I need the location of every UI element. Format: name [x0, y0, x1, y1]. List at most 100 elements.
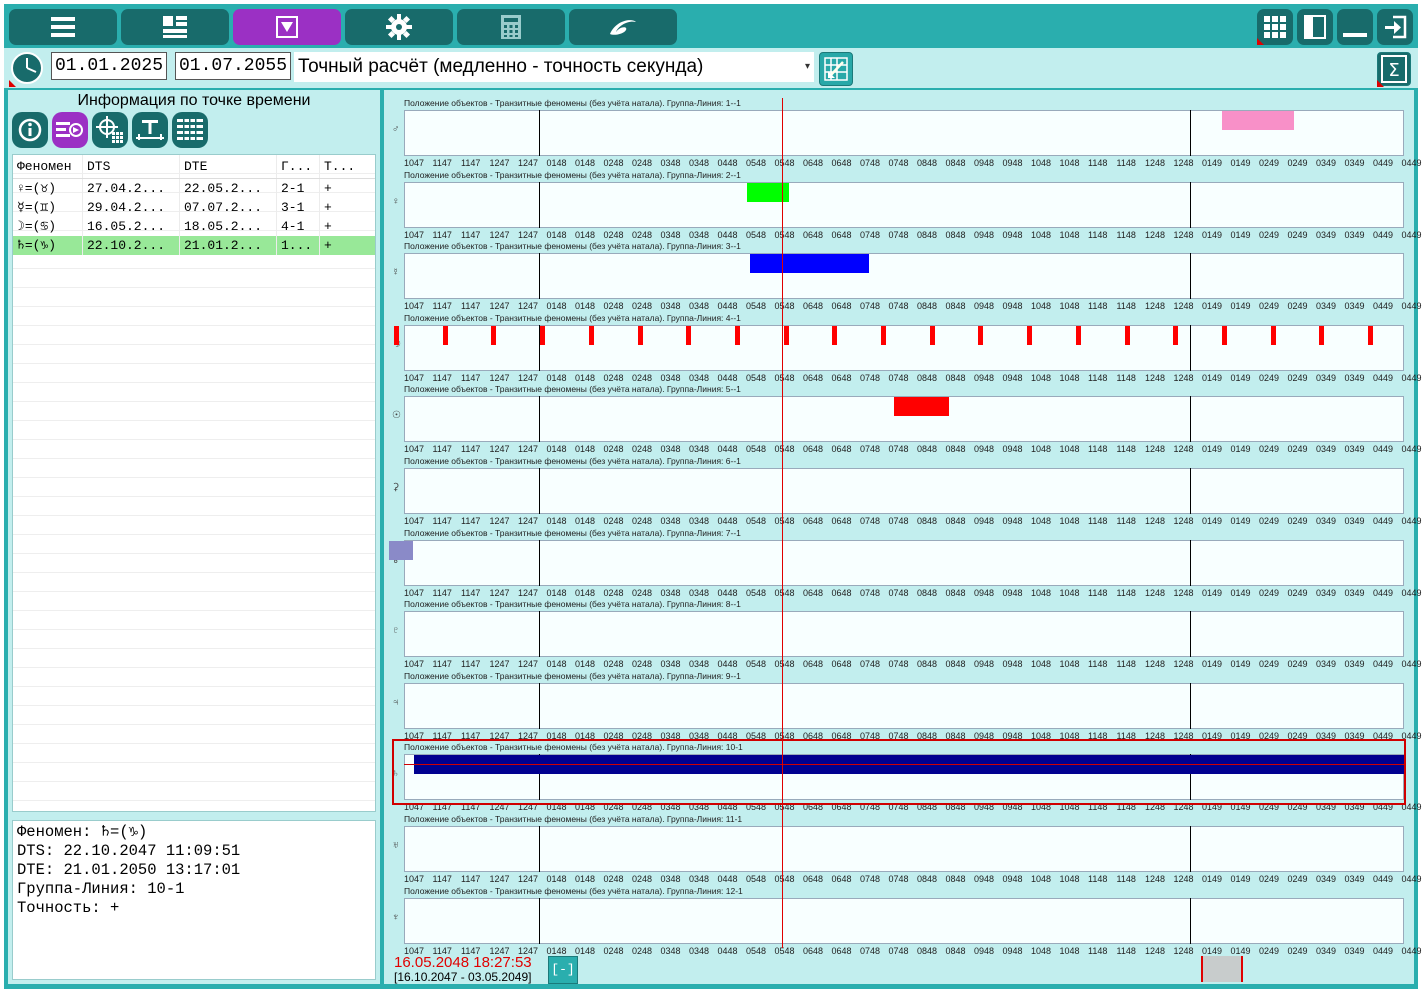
phenomenon-bar[interactable] — [1222, 111, 1294, 130]
moon-phenomenon-bar[interactable] — [1368, 325, 1373, 345]
axis-tick-label: 0948 — [1002, 945, 1023, 956]
moon-phenomenon-bar[interactable] — [588, 325, 594, 345]
timeline-lane[interactable] — [404, 682, 1404, 729]
timeline-lane[interactable] — [404, 611, 1404, 658]
calculator-icon — [501, 15, 521, 39]
precision-select[interactable]: Точный расчёт (медленно - точность секун… — [294, 52, 814, 82]
axis-tick-label: 0448 — [717, 874, 738, 884]
axis-tick-label: 0348 — [660, 229, 681, 240]
axis-tick-label: 1248 — [1145, 587, 1166, 598]
axis-tick-label: 1047 — [404, 516, 425, 526]
moon-phenomenon-bar[interactable] — [394, 325, 399, 345]
phenomenon-bar[interactable] — [389, 540, 413, 560]
settings-button[interactable] — [345, 9, 453, 45]
logo-button[interactable] — [569, 9, 677, 45]
timeline-lane[interactable] — [404, 324, 1404, 371]
axis-tick-label: 0848 — [917, 229, 938, 240]
end-date-input[interactable]: 01.07.2055 — [175, 52, 291, 80]
moon-phenomenon-bar[interactable] — [637, 325, 643, 345]
phenomenon-details[interactable]: Феномен: ♄=(♑) DTS: 22.10.2047 11:09:51 … — [12, 820, 376, 980]
column-header[interactable]: Феномен — [13, 155, 83, 178]
year-divider — [1190, 468, 1191, 514]
axis-tick-label: 0349 — [1344, 516, 1365, 526]
axis-tick-label: 0548 — [774, 659, 795, 670]
start-date-input[interactable]: 01.01.2025 — [51, 52, 167, 80]
planet-symbol: ♂ — [392, 124, 400, 135]
moon-phenomenon-bar[interactable] — [881, 325, 886, 345]
moon-phenomenon-bar[interactable] — [1221, 325, 1227, 345]
timeline-lane[interactable] — [404, 181, 1404, 228]
axis-tick-label: 0149 — [1230, 945, 1251, 956]
axis-tick-label: 0249 — [1259, 372, 1280, 383]
moon-phenomenon-bar[interactable] — [1075, 325, 1081, 345]
moon-phenomenon-bar[interactable] — [1270, 325, 1276, 345]
axis-tick-label: 0348 — [660, 444, 681, 455]
column-header[interactable]: Г... — [277, 155, 320, 178]
moon-phenomenon-bar[interactable] — [832, 325, 838, 345]
axis-tick-label: 0248 — [603, 229, 624, 240]
position-grid-button[interactable] — [92, 112, 128, 148]
moon-phenomenon-bar[interactable] — [1124, 325, 1130, 345]
moon-phenomenon-bar[interactable] — [734, 325, 740, 345]
table-cell: 07.07.2... — [180, 198, 277, 217]
axis-tick-label: 0148 — [546, 874, 567, 884]
collapse-button[interactable]: [-] — [548, 956, 578, 984]
table-row[interactable]: ☿=(♊) 29.04.2... 07.07.2... 3-1 + — [13, 198, 375, 217]
detail-precision: Точность: + — [17, 899, 120, 917]
axis-tick-label: 1247 — [518, 158, 539, 168]
axis-tick-label: 0748 — [888, 945, 909, 956]
info-button[interactable] — [12, 112, 48, 148]
axis-tick-label: 0149 — [1230, 516, 1251, 526]
lane-title: Положение объектов - Транзитные феномены… — [404, 527, 741, 538]
table-view-button[interactable] — [172, 112, 208, 148]
axis-tick-label: 0748 — [888, 587, 909, 598]
axis-tick-label: 1247 — [489, 516, 510, 526]
moon-phenomenon-bar[interactable] — [442, 325, 448, 345]
exit-button[interactable] — [1377, 9, 1413, 45]
apply-range-button[interactable] — [819, 52, 853, 86]
timeline-lane[interactable] — [404, 468, 1404, 514]
column-header[interactable]: DTE — [180, 155, 277, 178]
axis-tick-label: 0149 — [1230, 372, 1251, 383]
menu-list-button[interactable] — [9, 9, 117, 45]
table-row[interactable]: ☽=(♋) 16.05.2... 18.05.2... 4-1 + — [13, 217, 375, 236]
table-row[interactable]: ♀=(♉) 27.04.2... 22.05.2... 2-1 + — [13, 179, 375, 198]
phenomenon-bar[interactable] — [750, 254, 869, 274]
axis-tick-label: 0149 — [1202, 516, 1223, 526]
text-mode-button[interactable] — [132, 112, 168, 148]
timeline-scroll-thumb[interactable] — [1201, 956, 1243, 982]
axis-tick-label: 0249 — [1259, 444, 1280, 455]
moon-phenomenon-bar[interactable] — [686, 325, 692, 345]
axis-tick-label: 0349 — [1344, 874, 1365, 884]
moon-phenomenon-bar[interactable] — [1027, 325, 1033, 345]
minimize-button[interactable] — [1337, 9, 1373, 45]
moon-phenomenon-bar[interactable] — [783, 325, 789, 345]
column-header[interactable]: Т... — [320, 155, 375, 178]
panel-toggle-button[interactable] — [1297, 9, 1333, 45]
planet-symbol: ♅ — [392, 840, 400, 851]
axis-tick-label: 1047 — [404, 158, 425, 168]
phenomenon-bar[interactable] — [894, 397, 949, 417]
axis-tick-label: 1248 — [1145, 444, 1166, 455]
moon-phenomenon-bar[interactable] — [491, 325, 497, 345]
timeline-lane[interactable] — [404, 539, 1404, 586]
moon-phenomenon-bar[interactable] — [1319, 325, 1325, 345]
phenomena-list-button[interactable] — [52, 112, 88, 148]
moon-phenomenon-bar[interactable] — [1173, 325, 1179, 345]
table-row[interactable]: ♄=(♑) 22.10.2... 21.01.2... 1... + — [13, 236, 375, 255]
layout-button[interactable] — [121, 9, 229, 45]
moon-phenomenon-bar[interactable] — [540, 325, 546, 345]
calculator-button[interactable] — [457, 9, 565, 45]
current-time-cursor[interactable] — [782, 98, 783, 948]
moon-phenomenon-bar[interactable] — [978, 325, 984, 345]
axis-tick-label: 0349 — [1316, 301, 1337, 312]
column-header[interactable]: DTS — [83, 155, 180, 178]
moon-phenomenon-bar[interactable] — [929, 325, 935, 345]
timeline-lane[interactable] — [404, 826, 1404, 872]
axis-tick-label: 0149 — [1230, 874, 1251, 884]
table-cell: 27.04.2... — [83, 179, 180, 198]
filter-button[interactable] — [233, 9, 341, 45]
axis-tick-label: 1048 — [1059, 444, 1080, 455]
timeline-lane[interactable] — [404, 897, 1404, 944]
timeline-lane[interactable] — [404, 253, 1404, 300]
